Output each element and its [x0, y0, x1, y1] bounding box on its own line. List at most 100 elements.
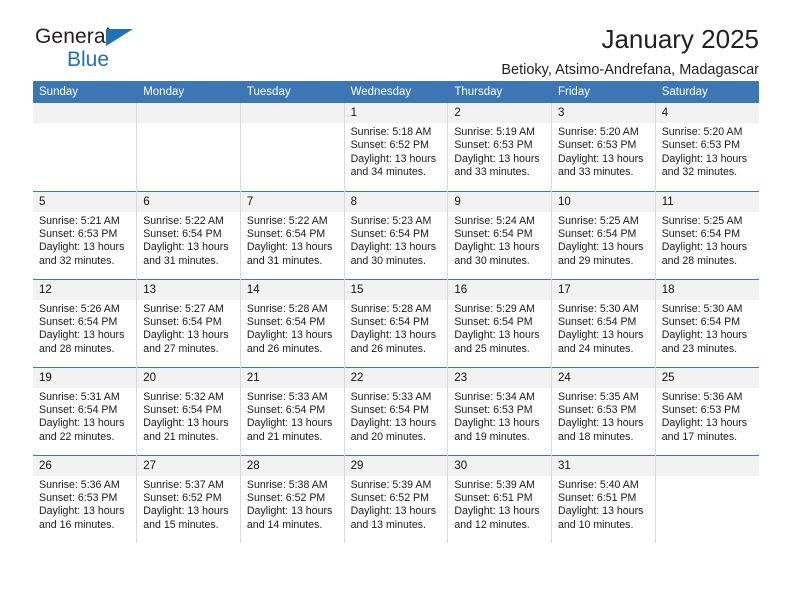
- sunset-text: Sunset: 6:54 PM: [39, 315, 118, 328]
- sunrise-text: Sunrise: 5:21 AM: [39, 214, 120, 227]
- calendar-day-cell[interactable]: 18 Sunrise: 5:30 AM Sunset: 6:54 PM Dayligh…: [655, 278, 759, 367]
- day-number: 25: [655, 367, 759, 388]
- day-number: 13: [137, 279, 240, 300]
- calendar-week-row: 26 Sunrise: 5:36 AM Sunset: 6:53 PM Dayligh…: [33, 454, 759, 543]
- day-details: Sunrise: 5:36 AM Sunset: 6:53 PM Daylight:…: [33, 476, 136, 533]
- day-details: Sunrise: 5:27 AM Sunset: 6:54 PM Daylight:…: [137, 300, 240, 357]
- day-details: Sunrise: 5:29 AM Sunset: 6:54 PM Daylight:…: [448, 300, 551, 357]
- calendar-day-cell[interactable]: 7 Sunrise: 5:22 AM Sunset: 6:54 PM Daylight…: [240, 190, 345, 279]
- calendar-day-cell[interactable]: 5 Sunrise: 5:21 AM Sunset: 6:53 PM Daylight…: [33, 190, 138, 279]
- calendar-day-cell-empty: [33, 103, 138, 191]
- sunrise-text: Sunrise: 5:35 AM: [558, 390, 639, 403]
- day-details: Sunrise: 5:36 AM Sunset: 6:53 PM Daylight:…: [656, 388, 759, 445]
- calendar-day-cell[interactable]: 23 Sunrise: 5:34 AM Sunset: 6:53 PM Dayligh…: [447, 366, 553, 455]
- sunset-text: Sunset: 6:53 PM: [661, 139, 741, 152]
- day-number: 17: [552, 279, 655, 300]
- weekday-header-sunday: Sunday: [33, 81, 138, 103]
- calendar-day-cell[interactable]: 26 Sunrise: 5:36 AM Sunset: 6:53 PM Dayligh…: [33, 454, 138, 543]
- calendar-day-cell[interactable]: 10 Sunrise: 5:25 AM Sunset: 6:54 PM Dayligh…: [551, 190, 656, 279]
- day-number: 16: [448, 279, 552, 300]
- calendar-body: 1 Sunrise: 5:18 AM Sunset: 6:52 PM Daylight…: [33, 103, 759, 543]
- weekday-header-friday: Friday: [551, 81, 656, 103]
- sunset-text: Sunset: 6:54 PM: [39, 403, 118, 416]
- sunset-text: Sunset: 6:51 PM: [558, 491, 637, 504]
- day-details: Sunrise: 5:21 AM Sunset: 6:53 PM Daylight:…: [33, 212, 136, 269]
- day-number: 18: [655, 279, 759, 300]
- calendar-day-cell[interactable]: 30 Sunrise: 5:39 AM Sunset: 6:51 PM Dayligh…: [447, 454, 553, 543]
- sunset-text: Sunset: 6:54 PM: [350, 227, 429, 240]
- generalblue-logo[interactable]: General Blue: [35, 26, 133, 71]
- calendar-day-cell[interactable]: 6 Sunrise: 5:22 AM Sunset: 6:54 PM Daylight…: [136, 190, 241, 279]
- calendar-day-cell[interactable]: 12 Sunrise: 5:26 AM Sunset: 6:54 PM Dayligh…: [33, 278, 138, 367]
- weekday-header-tuesday: Tuesday: [240, 81, 345, 103]
- day-details: Sunrise: 5:28 AM Sunset: 6:54 PM Daylight:…: [241, 300, 344, 357]
- day-details: Sunrise: 5:37 AM Sunset: 6:52 PM Daylight:…: [137, 476, 240, 533]
- calendar-day-cell[interactable]: 11 Sunrise: 5:25 AM Sunset: 6:54 PM Dayligh…: [655, 190, 759, 279]
- day-details: Sunrise: 5:20 AM Sunset: 6:53 PM Daylight:…: [552, 123, 655, 180]
- calendar-page: General Blue January 2025 Betioky, Atsim…: [0, 0, 792, 612]
- day-number: 10: [552, 191, 655, 212]
- calendar-day-cell[interactable]: 2 Sunrise: 5:19 AM Sunset: 6:53 PM Daylight…: [447, 103, 553, 191]
- calendar-day-cell[interactable]: 21 Sunrise: 5:33 AM Sunset: 6:54 PM Dayligh…: [240, 366, 345, 455]
- day-number: [240, 103, 344, 123]
- sunrise-text: Sunrise: 5:30 AM: [558, 302, 639, 315]
- sunrise-text: Sunrise: 5:22 AM: [143, 214, 224, 227]
- logo-text-blue: Blue: [67, 48, 110, 71]
- sunrise-text: Sunrise: 5:19 AM: [454, 126, 535, 138]
- daylight-text: Daylight: 13 hours and 14 minutes.: [246, 505, 333, 531]
- day-number: 21: [240, 367, 344, 388]
- calendar-header-row: Sunday Monday Tuesday Wednesday Thursday…: [33, 81, 760, 103]
- calendar-day-cell[interactable]: 31 Sunrise: 5:40 AM Sunset: 6:51 PM Dayligh…: [551, 454, 656, 543]
- calendar-day-cell[interactable]: 4 Sunrise: 5:20 AM Sunset: 6:53 PM Daylight…: [655, 103, 759, 191]
- calendar-day-cell[interactable]: 8 Sunrise: 5:23 AM Sunset: 6:54 PM Daylight…: [344, 190, 449, 279]
- day-number: [137, 103, 240, 123]
- calendar-day-cell[interactable]: 24 Sunrise: 5:35 AM Sunset: 6:53 PM Dayligh…: [551, 366, 656, 455]
- calendar-day-cell[interactable]: 15 Sunrise: 5:28 AM Sunset: 6:54 PM Dayligh…: [344, 278, 449, 367]
- sunset-text: Sunset: 6:54 PM: [246, 227, 326, 240]
- sunset-text: Sunset: 6:52 PM: [143, 491, 222, 504]
- day-details: Sunrise: 5:26 AM Sunset: 6:54 PM Daylight:…: [33, 300, 136, 357]
- day-number: 2: [448, 103, 552, 123]
- calendar-day-cell[interactable]: 16 Sunrise: 5:29 AM Sunset: 6:54 PM Dayligh…: [447, 278, 553, 367]
- day-number: 22: [344, 367, 448, 388]
- calendar-day-cell[interactable]: 19 Sunrise: 5:31 AM Sunset: 6:54 PM Dayligh…: [33, 366, 138, 455]
- calendar-day-cell[interactable]: 13 Sunrise: 5:27 AM Sunset: 6:54 PM Dayligh…: [136, 278, 241, 367]
- daylight-text: Daylight: 13 hours and 26 minutes.: [350, 329, 436, 355]
- day-number: 1: [344, 103, 448, 123]
- day-number: 23: [448, 367, 552, 388]
- calendar-day-cell[interactable]: 20 Sunrise: 5:32 AM Sunset: 6:54 PM Dayligh…: [136, 366, 241, 455]
- day-number: 26: [33, 455, 137, 476]
- calendar-day-cell[interactable]: 1 Sunrise: 5:18 AM Sunset: 6:52 PM Daylight…: [344, 103, 449, 191]
- day-number: 9: [448, 191, 552, 212]
- daylight-text: Daylight: 13 hours and 22 minutes.: [39, 417, 125, 443]
- sunset-text: Sunset: 6:54 PM: [454, 315, 533, 328]
- calendar-week-row: 12 Sunrise: 5:26 AM Sunset: 6:54 PM Dayligh…: [33, 278, 759, 367]
- daylight-text: Daylight: 13 hours and 19 minutes.: [454, 417, 540, 443]
- daylight-text: Daylight: 13 hours and 25 minutes.: [454, 329, 540, 355]
- sunset-text: Sunset: 6:52 PM: [350, 139, 429, 152]
- calendar-day-cell[interactable]: 25 Sunrise: 5:36 AM Sunset: 6:53 PM Dayligh…: [655, 366, 759, 455]
- day-number: 7: [240, 191, 344, 212]
- location-subtitle: Betioky, Atsimo-Andrefana, Madagascar: [501, 62, 759, 78]
- calendar-day-cell[interactable]: 14 Sunrise: 5:28 AM Sunset: 6:54 PM Dayligh…: [240, 278, 345, 367]
- calendar-day-cell[interactable]: 29 Sunrise: 5:39 AM Sunset: 6:52 PM Dayligh…: [344, 454, 449, 543]
- daylight-text: Daylight: 13 hours and 27 minutes.: [143, 329, 229, 355]
- day-number: 5: [33, 191, 137, 212]
- calendar-day-cell[interactable]: 3 Sunrise: 5:20 AM Sunset: 6:53 PM Daylight…: [551, 103, 656, 191]
- sunrise-text: Sunrise: 5:28 AM: [246, 302, 328, 315]
- sunset-text: Sunset: 6:54 PM: [350, 403, 429, 416]
- calendar-day-cell[interactable]: 9 Sunrise: 5:24 AM Sunset: 6:54 PM Daylight…: [447, 190, 553, 279]
- calendar-day-cell[interactable]: 17 Sunrise: 5:30 AM Sunset: 6:54 PM Dayligh…: [551, 278, 656, 367]
- daylight-text: Daylight: 13 hours and 21 minutes.: [143, 417, 229, 443]
- calendar-day-cell[interactable]: 27 Sunrise: 5:37 AM Sunset: 6:52 PM Dayligh…: [136, 454, 241, 543]
- sunset-text: Sunset: 6:53 PM: [454, 139, 533, 152]
- calendar-day-cell[interactable]: 28 Sunrise: 5:38 AM Sunset: 6:52 PM Dayligh…: [240, 454, 345, 543]
- sunrise-text: Sunrise: 5:34 AM: [454, 390, 535, 403]
- sunset-text: Sunset: 6:53 PM: [39, 227, 118, 240]
- day-number: 3: [552, 103, 655, 123]
- day-details: Sunrise: 5:25 AM Sunset: 6:54 PM Daylight:…: [656, 212, 759, 269]
- daylight-text: Daylight: 13 hours and 32 minutes.: [661, 152, 748, 179]
- calendar-day-cell[interactable]: 22 Sunrise: 5:33 AM Sunset: 6:54 PM Dayligh…: [344, 366, 449, 455]
- daylight-text: Daylight: 13 hours and 26 minutes.: [246, 329, 333, 355]
- sunset-text: Sunset: 6:54 PM: [143, 227, 222, 240]
